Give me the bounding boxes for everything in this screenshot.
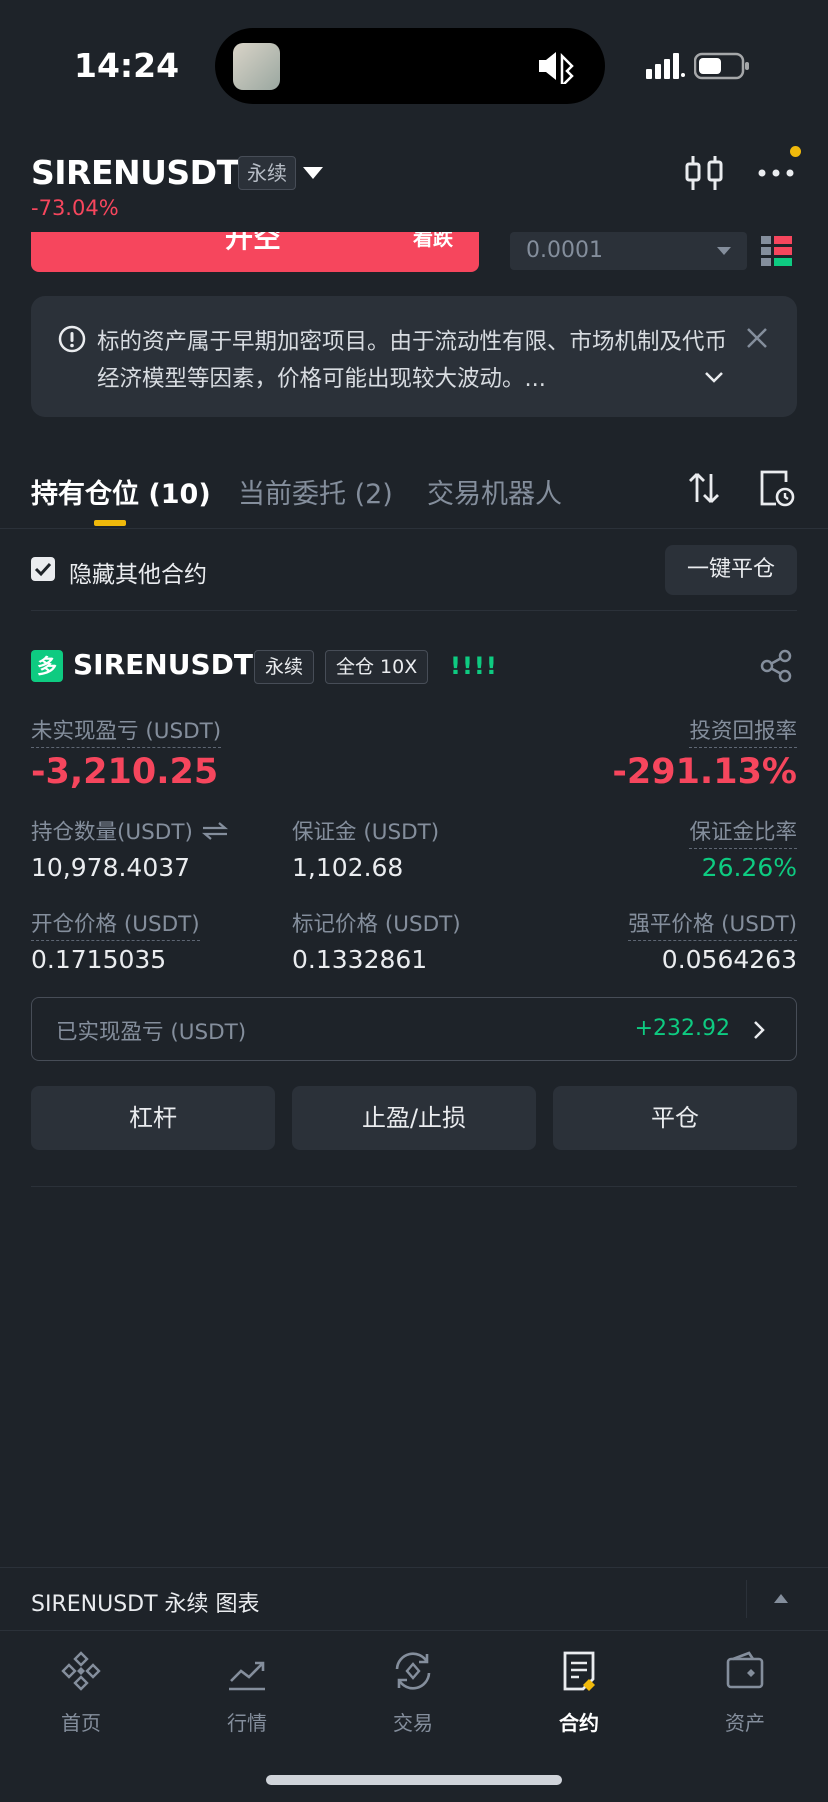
liq-price-value: 0.0564263 xyxy=(661,945,797,974)
margin-value: 1,102.68 xyxy=(292,853,404,882)
close-all-button[interactable]: 一键平仓 xyxy=(665,545,797,595)
nav-label-assets: 资产 xyxy=(725,1711,765,1735)
mark-price-label: 标记价格 (USDT) xyxy=(292,912,461,937)
divider xyxy=(31,610,797,611)
close-position-button[interactable]: 平仓 xyxy=(553,1086,797,1150)
price-step-value: 0.0001 xyxy=(526,238,603,263)
check-icon xyxy=(34,562,52,577)
tab-open-orders[interactable]: 当前委托 (2) xyxy=(238,472,393,511)
dynamic-island xyxy=(215,28,605,104)
open-short-label: 开空 xyxy=(225,232,282,254)
notification-dot xyxy=(790,146,801,157)
size-value: 10,978.4037 xyxy=(31,853,191,882)
divider xyxy=(31,1186,797,1187)
trade-icon xyxy=(395,1652,431,1690)
nav-markets[interactable]: 行情 xyxy=(197,1649,297,1736)
status-indicators xyxy=(646,52,750,80)
signal-icon xyxy=(646,53,685,79)
realized-pnl-label: 已实现盈亏 (USDT) xyxy=(56,1020,247,1045)
markets-icon xyxy=(229,1661,265,1691)
more-icon[interactable] xyxy=(753,150,799,196)
home-icon xyxy=(61,1651,101,1691)
entry-price-label: 开仓价格 (USDT) xyxy=(31,907,200,941)
nav-label-futures: 合约 xyxy=(559,1711,599,1735)
roi-label: 投资回报率 xyxy=(689,714,797,748)
notice-text: 标的资产属于早期加密项目。由于流动性有限、市场机制及代币经济模型等因素，价格可能… xyxy=(97,329,728,392)
chevron-down-icon[interactable] xyxy=(303,167,323,179)
unrealized-pnl-value: -3,210.25 xyxy=(31,752,219,792)
realized-pnl-value: +232.92 xyxy=(634,1016,730,1041)
unrealized-pnl-label: 未实现盈亏 (USDT) xyxy=(31,714,222,748)
tab-trading-bots[interactable]: 交易机器人 xyxy=(427,472,562,511)
bearish-label: 看跌 xyxy=(413,232,453,250)
position-symbol[interactable]: SIRENUSDT xyxy=(73,648,253,681)
chevron-right-icon xyxy=(754,1021,765,1039)
avatar xyxy=(233,43,280,90)
entry-price-value: 0.1715035 xyxy=(31,945,167,974)
tab-positions[interactable]: 持有仓位 (10) xyxy=(31,472,211,511)
nav-assets[interactable]: 资产 xyxy=(695,1649,795,1736)
roi-value: -291.13% xyxy=(612,752,797,792)
size-label: 持仓数量(USDT) xyxy=(31,820,193,845)
home-indicator[interactable] xyxy=(266,1775,562,1785)
chart-bar[interactable]: SIRENUSDT 永续 图表 xyxy=(0,1567,828,1630)
futures-icon xyxy=(563,1651,595,1691)
nav-label-markets: 行情 xyxy=(227,1711,267,1735)
long-badge: 多 xyxy=(31,650,63,682)
chevron-down-icon[interactable] xyxy=(703,369,725,385)
info-icon xyxy=(58,325,86,353)
leverage-button[interactable]: 杠杆 xyxy=(31,1086,275,1150)
contract-type-tag: 永续 xyxy=(238,156,296,190)
size-label-row[interactable]: 持仓数量(USDT) xyxy=(31,815,229,846)
price-step-select[interactable]: 0.0001 xyxy=(510,232,747,270)
risk-notice: 标的资产属于早期加密项目。由于流动性有限、市场机制及代币经济模型等因素，价格可能… xyxy=(31,296,797,417)
wallet-icon xyxy=(726,1651,764,1689)
close-icon[interactable] xyxy=(745,326,769,350)
margin-ratio-value: 26.26% xyxy=(701,853,797,882)
margin-label: 保证金 (USDT) xyxy=(292,820,440,845)
status-time: 14:24 xyxy=(74,46,180,85)
hide-others-checkbox[interactable] xyxy=(31,557,55,581)
nav-label-trade: 交易 xyxy=(393,1711,433,1735)
nav-label-home: 首页 xyxy=(61,1711,101,1735)
liq-price-label: 强平价格 (USDT) xyxy=(628,907,797,941)
divider xyxy=(0,528,828,529)
sort-icon[interactable] xyxy=(686,470,722,506)
open-short-button[interactable]: 开空 看跌 xyxy=(31,232,479,272)
contract-type-tag: 永续 xyxy=(254,650,315,684)
realized-pnl-row[interactable]: 已实现盈亏 (USDT) +232.92 xyxy=(31,997,797,1061)
nav-home[interactable]: 首页 xyxy=(31,1649,131,1736)
nav-futures[interactable]: 合约 xyxy=(529,1649,629,1736)
tp-sl-button[interactable]: 止盈/止损 xyxy=(292,1086,536,1150)
mark-price-value: 0.1332861 xyxy=(292,945,428,974)
margin-ratio-label: 保证金比率 xyxy=(689,815,797,849)
nav-trade[interactable]: 交易 xyxy=(363,1649,463,1736)
share-icon[interactable] xyxy=(758,648,794,684)
hide-others-label[interactable]: 隐藏其他合约 xyxy=(69,555,207,589)
history-icon[interactable] xyxy=(758,468,796,508)
price-change: -73.04% xyxy=(31,196,119,220)
caret-down-icon xyxy=(717,247,731,255)
adl-indicator: !!!! xyxy=(450,652,498,680)
mute-icon xyxy=(539,52,574,84)
battery-icon xyxy=(694,52,749,80)
swap-icon[interactable] xyxy=(201,821,229,841)
tab-indicator xyxy=(94,520,126,526)
margin-mode-tag[interactable]: 全仓 10X xyxy=(325,650,429,684)
divider xyxy=(746,1580,747,1618)
orderbook-layout-icon[interactable] xyxy=(761,236,792,267)
symbol-title[interactable]: SIRENUSDT xyxy=(31,153,239,192)
chart-bar-label: SIRENUSDT 永续 图表 xyxy=(31,1592,260,1617)
candlestick-chart-icon[interactable] xyxy=(681,150,727,196)
chevron-up-icon[interactable] xyxy=(774,1594,788,1603)
